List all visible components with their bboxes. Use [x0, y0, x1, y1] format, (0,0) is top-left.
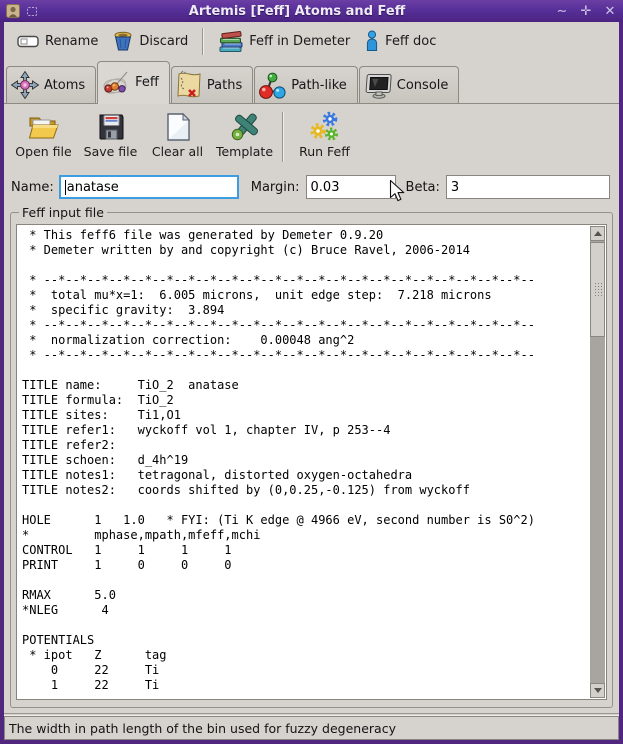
- atoms-compass-icon: [10, 70, 40, 100]
- feff-input-groupbox: Feff input file * This feff6 file was ge…: [10, 205, 613, 708]
- scroll-up-button[interactable]: [590, 226, 605, 241]
- top-toolbar: Rename Discard Feff in Demeter Feff doc: [4, 22, 619, 60]
- discard-button[interactable]: Discard: [105, 28, 195, 54]
- template-button[interactable]: Template: [211, 109, 278, 159]
- feff-input-textarea[interactable]: * This feff6 file was generated by Demet…: [16, 224, 607, 700]
- tab-paths[interactable]: Paths: [170, 66, 254, 103]
- template-puzzle-icon: [231, 113, 258, 141]
- thumb-grip: [594, 282, 596, 284]
- down-arrow-icon: [593, 688, 602, 693]
- sticky-pin-icon[interactable]: [25, 4, 39, 18]
- tab-path-like[interactable]: Path-like: [254, 66, 358, 103]
- window-content: Rename Discard Feff in Demeter Feff doc …: [4, 22, 619, 740]
- artemis-app-icon: [6, 4, 20, 18]
- feff-toolbar-separator: [282, 112, 283, 162]
- treasure-map-icon: [177, 70, 201, 98]
- rename-button[interactable]: Rename: [10, 30, 105, 52]
- maximize-button[interactable]: ✛: [579, 5, 593, 18]
- toolbar-separator: [202, 27, 204, 55]
- run-feff-button[interactable]: Run Feff: [291, 109, 358, 159]
- console-monitor-icon: [365, 73, 392, 99]
- vertical-scrollbar[interactable]: [590, 226, 605, 698]
- status-bar: The width in path length of the bin used…: [4, 716, 619, 740]
- tab-console[interactable]: Console: [358, 66, 460, 103]
- open-file-button[interactable]: Open file: [10, 109, 77, 159]
- feff-input-group-label: Feff input file: [22, 205, 104, 220]
- tab-feff[interactable]: Feff: [97, 61, 170, 104]
- margin-label: Margin:: [250, 179, 300, 195]
- feff-toolbar: Open file Save file Clear all Template R…: [4, 104, 619, 170]
- tab-bar: Atoms Feff Paths Path-like Console: [4, 60, 619, 104]
- blank-page-icon: [166, 112, 190, 141]
- status-text: The width in path length of the bin used…: [9, 720, 396, 736]
- minimize-button[interactable]: ∼: [555, 5, 569, 18]
- up-arrow-icon: [593, 231, 602, 236]
- artemis-feff-window: Artemis [Feff] Atoms and Feff ∼ ✛ ✕ Rena…: [0, 0, 623, 744]
- scroll-down-button[interactable]: [590, 683, 605, 698]
- open-folder-icon: [28, 117, 59, 139]
- margin-input[interactable]: 0.03: [305, 175, 396, 199]
- clear-all-button[interactable]: Clear all: [144, 109, 211, 159]
- books-icon: [219, 31, 243, 52]
- save-file-button[interactable]: Save file: [77, 109, 144, 159]
- doc-person-icon: [367, 30, 378, 51]
- feff-input-text[interactable]: * This feff6 file was generated by Demet…: [17, 225, 606, 693]
- tab-atoms[interactable]: Atoms: [6, 66, 97, 103]
- feff-tab-page: Open file Save file Clear all Template R…: [4, 103, 619, 740]
- feff-molecule-icon: [103, 71, 128, 94]
- window-title: Artemis [Feff] Atoms and Feff: [188, 3, 406, 19]
- feff-in-demeter-button[interactable]: Feff in Demeter: [210, 27, 357, 55]
- beta-input[interactable]: 3: [445, 175, 610, 199]
- fields-row: Name: anatase Margin: 0.03 Beta: 3: [4, 170, 619, 204]
- close-button[interactable]: ✕: [603, 5, 617, 18]
- text-caret: [64, 180, 66, 195]
- scroll-thumb[interactable]: [590, 242, 605, 337]
- path-like-molecule-icon: [259, 72, 286, 99]
- titlebar[interactable]: Artemis [Feff] Atoms and Feff ∼ ✛ ✕: [0, 0, 623, 22]
- floppy-disk-icon: [99, 114, 123, 140]
- trash-icon: [114, 31, 132, 51]
- beta-label: Beta:: [405, 179, 440, 195]
- name-label: Name:: [11, 179, 54, 195]
- rename-text-field-icon: [17, 35, 39, 48]
- run-gears-icon: [309, 111, 338, 141]
- name-input[interactable]: anatase: [58, 175, 239, 199]
- feff-doc-button[interactable]: Feff doc: [357, 28, 443, 54]
